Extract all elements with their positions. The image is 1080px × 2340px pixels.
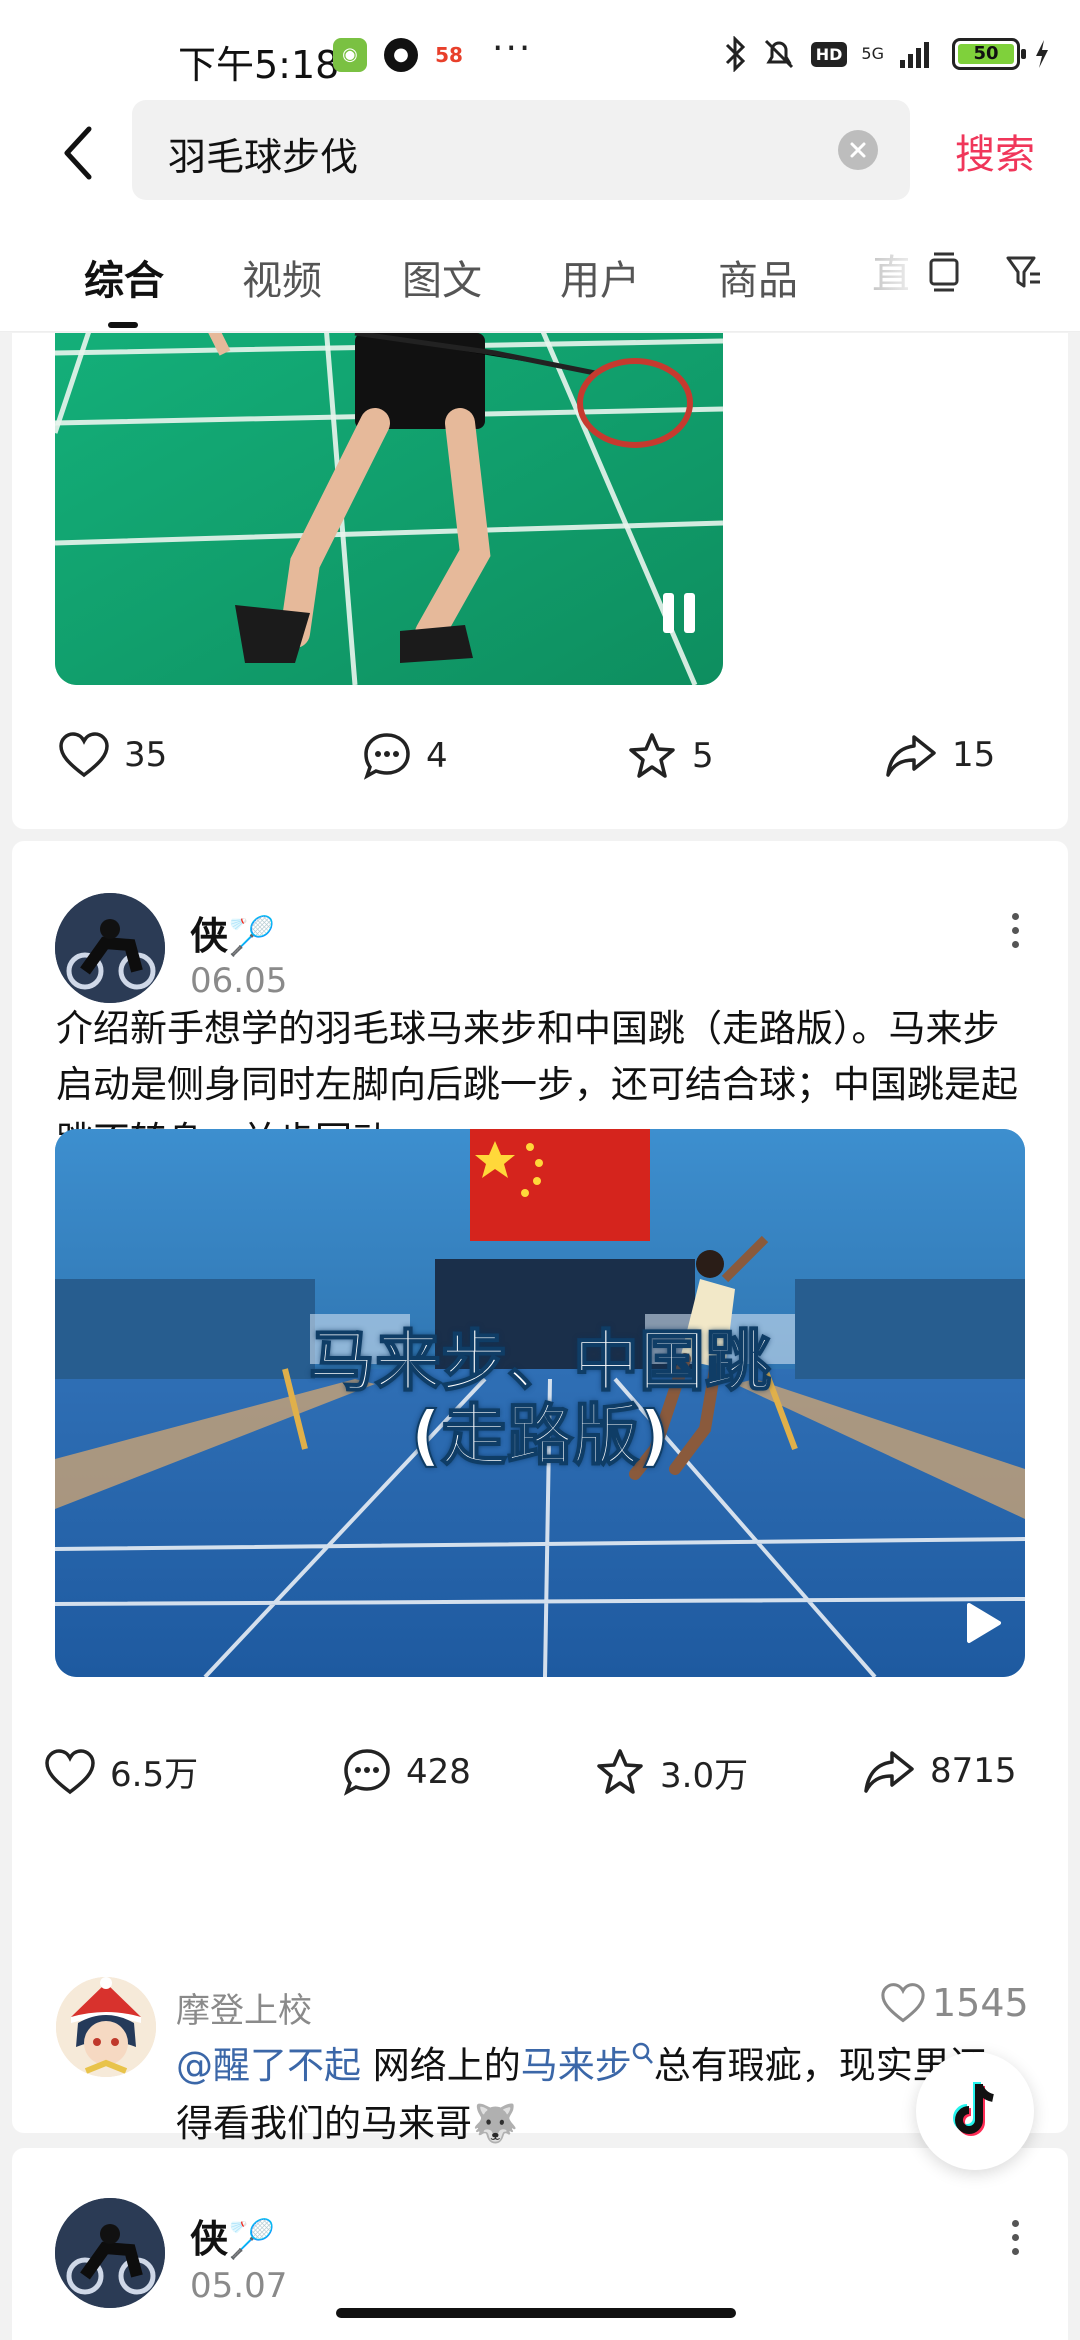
app-58-notification-icon: 58 xyxy=(432,38,466,72)
battery-level: 50 xyxy=(958,44,1014,64)
more-options-button[interactable] xyxy=(1012,2220,1019,2255)
video-player[interactable]: 马来步、中国跳 (走路版) xyxy=(55,1129,1025,1677)
comment-like-count: 1545 xyxy=(932,1981,1029,2025)
pause-button[interactable] xyxy=(663,593,695,633)
douyin-logo-icon xyxy=(953,2082,994,2136)
tab-products[interactable]: 商品 xyxy=(718,248,798,306)
comment-count: 428 xyxy=(406,1752,471,1792)
bluetooth-icon xyxy=(725,36,745,72)
filter-icon[interactable] xyxy=(1004,250,1044,294)
tab-video[interactable]: 视频 xyxy=(242,248,322,306)
play-icon[interactable] xyxy=(963,1601,1003,1645)
comment-button[interactable]: 4 xyxy=(362,731,448,781)
motorcycle-avatar-image xyxy=(55,893,165,1003)
search-icon[interactable] xyxy=(632,2041,654,2067)
comment-icon xyxy=(363,733,410,780)
share-icon xyxy=(886,735,936,777)
favorite-button[interactable]: 3.0万 xyxy=(594,1747,748,1797)
clear-search-button[interactable] xyxy=(838,130,878,170)
share-button[interactable]: 15 xyxy=(884,731,995,779)
more-options-button[interactable] xyxy=(1012,913,1019,948)
badminton-court-footage xyxy=(55,333,723,685)
wechat-notification-icon: ◉ xyxy=(333,38,367,72)
search-input[interactable]: 羽毛球步伐 xyxy=(132,100,910,200)
favorite-count: 3.0万 xyxy=(660,1755,749,1796)
charging-icon xyxy=(1036,40,1048,68)
more-notifications-icon: ··· xyxy=(492,28,533,69)
search-header: 羽毛球步伐 搜索 xyxy=(0,100,1080,220)
back-arrow-icon xyxy=(64,126,92,180)
post-card[interactable]: 侠🏸 06.05 介绍新手想学的羽毛球马来步和中国跳（走路版）。马来步启动是侧身… xyxy=(12,841,1068,2145)
tab-comprehensive[interactable]: 综合 xyxy=(84,248,164,306)
heart-icon xyxy=(881,1983,925,2023)
battery-icon: 50 xyxy=(952,38,1026,70)
search-results-feed[interactable]: 35 4 5 15 侠🏸 06.05 介绍新手想学的羽毛球马来步和中国跳（走路版… xyxy=(0,333,1080,2340)
author-name[interactable]: 侠🏸 xyxy=(190,905,275,960)
favorite-count: 5 xyxy=(692,736,714,776)
share-count: 8715 xyxy=(930,1751,1017,1791)
author-avatar[interactable] xyxy=(55,2198,165,2308)
post-date: 05.07 xyxy=(190,2266,288,2306)
signal-icon xyxy=(900,42,929,68)
share-icon xyxy=(864,1751,914,1793)
like-button[interactable]: 35 xyxy=(58,731,167,779)
commenter-avatar[interactable] xyxy=(56,1977,156,2077)
comment-icon xyxy=(343,1749,390,1796)
tab-users[interactable]: 用户 xyxy=(560,248,640,306)
search-submit-button[interactable]: 搜索 xyxy=(955,122,1035,180)
comment-text-part1: 网络上的 xyxy=(361,2044,521,2087)
motorcycle-avatar-image xyxy=(55,2198,165,2308)
comment-count: 4 xyxy=(426,736,448,776)
anime-avatar-image xyxy=(56,1977,156,2077)
share-button[interactable]: 8715 xyxy=(862,1747,1017,1795)
active-tab-indicator xyxy=(108,322,138,328)
tab-image-text[interactable]: 图文 xyxy=(402,248,482,306)
wolf-emoji: 🐺 xyxy=(472,2102,519,2145)
tab-fade xyxy=(860,220,930,330)
post-card[interactable]: 35 4 5 15 xyxy=(12,333,1068,829)
author-avatar[interactable] xyxy=(55,893,165,1003)
heart-icon xyxy=(45,1748,95,1794)
comment-text[interactable]: @醒了不起 网络上的马来步 总有瑕疵，现实里还得看我们的马来哥🐺 xyxy=(176,2037,1016,2153)
video-title-line1: 马来步、中国跳 xyxy=(308,1323,772,1400)
home-indicator[interactable] xyxy=(336,2308,736,2318)
search-keyword-link[interactable]: 马来步 xyxy=(521,2044,632,2087)
favorite-button[interactable]: 5 xyxy=(626,731,714,781)
douyin-floating-button[interactable] xyxy=(916,2052,1034,2170)
like-button[interactable]: 6.5万 xyxy=(44,1747,198,1796)
back-button[interactable] xyxy=(44,118,114,188)
mute-bell-icon xyxy=(764,39,793,69)
qq-notification-icon: ● xyxy=(384,38,418,72)
search-tabs: 综合 视频 图文 用户 商品 直 xyxy=(0,220,1080,332)
video-player[interactable] xyxy=(55,333,723,685)
like-count: 35 xyxy=(124,735,168,775)
status-time: 下午5:18 xyxy=(178,43,340,87)
author-name[interactable]: 侠🏸 xyxy=(190,2208,275,2263)
close-icon xyxy=(850,142,866,158)
comment-like-button[interactable]: 1545 xyxy=(880,1981,1029,2025)
post-date: 06.05 xyxy=(190,961,288,1001)
heart-icon xyxy=(59,732,109,778)
network-type: 5G xyxy=(861,44,884,63)
comment-mention[interactable]: @醒了不起 xyxy=(176,2044,361,2087)
hd-badge: HD xyxy=(810,41,848,67)
video-title-line2: (走路版) xyxy=(410,1397,670,1474)
star-icon xyxy=(597,1749,643,1794)
comment-button[interactable]: 428 xyxy=(342,1747,471,1797)
like-count: 6.5万 xyxy=(110,1755,199,1795)
commenter-name[interactable]: 摩登上校 xyxy=(176,1983,312,2032)
display-mode-icon[interactable] xyxy=(926,250,962,294)
status-bar: 下午5:18 ◉ ● 58 ··· HD 5G 50 xyxy=(0,0,1080,100)
search-query: 羽毛球步伐 xyxy=(168,135,359,179)
star-icon xyxy=(629,733,675,778)
share-count: 15 xyxy=(952,735,996,775)
